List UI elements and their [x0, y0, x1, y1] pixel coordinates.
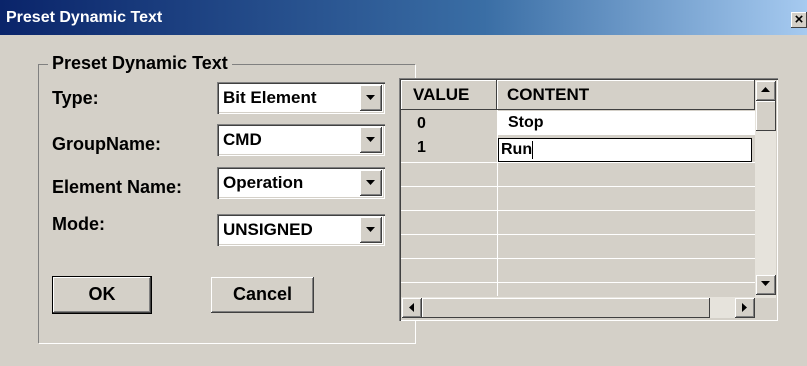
- window-title: Preset Dynamic Text: [6, 9, 163, 26]
- title-bar[interactable]: Preset Dynamic Text ×: [0, 0, 807, 35]
- group-name-label: GroupName:: [52, 134, 162, 154]
- cancel-button[interactable]: Cancel: [211, 277, 314, 313]
- scroll-up-icon[interactable]: [756, 81, 776, 101]
- mode-dropdown[interactable]: UNSIGNED: [217, 214, 385, 246]
- column-header-value-text: VALUE: [413, 85, 470, 104]
- group-name-dropdown[interactable]: CMD: [217, 124, 385, 156]
- type-label: Type:: [52, 88, 99, 108]
- element-name-dropdown-value: Operation: [223, 173, 304, 192]
- scroll-down-icon[interactable]: [756, 275, 776, 295]
- column-header-content-text: CONTENT: [507, 85, 590, 104]
- type-dropdown-value: Bit Element: [223, 88, 317, 107]
- grid-line: [401, 186, 755, 187]
- row-value: 0: [417, 115, 426, 132]
- dropdown-arrow-icon[interactable]: [360, 217, 382, 243]
- text-cursor: [532, 140, 534, 159]
- dialog-window: Preset Dynamic Text × Preset Dynamic Tex…: [0, 0, 807, 366]
- scroll-left-icon[interactable]: [402, 298, 422, 318]
- column-header-content[interactable]: CONTENT: [497, 80, 755, 110]
- group-name-dropdown-value: CMD: [223, 130, 262, 149]
- grid-line: [401, 258, 755, 259]
- scroll-right-icon[interactable]: [735, 298, 755, 318]
- preset-table[interactable]: VALUE CONTENT 0 Stop 1 Run: [399, 78, 778, 321]
- grid-line: [401, 282, 755, 283]
- dropdown-arrow-icon[interactable]: [360, 170, 382, 196]
- table-row[interactable]: 1: [401, 136, 497, 160]
- grid-line: [401, 162, 755, 163]
- table-row[interactable]: 0: [401, 112, 497, 136]
- element-name-label: Element Name:: [52, 177, 183, 197]
- type-dropdown[interactable]: Bit Element: [217, 82, 385, 114]
- group-box-label: Preset Dynamic Text: [48, 53, 232, 74]
- content-edit-field[interactable]: Run: [498, 138, 752, 162]
- mode-label: Mode:: [52, 214, 105, 234]
- horizontal-scroll-thumb[interactable]: [422, 298, 710, 318]
- close-icon[interactable]: ×: [791, 12, 807, 28]
- dropdown-arrow-icon[interactable]: [360, 85, 382, 111]
- element-name-dropdown[interactable]: Operation: [217, 167, 385, 199]
- grid-line: [401, 234, 755, 235]
- table-cell-content[interactable]: Stop: [498, 111, 755, 135]
- ok-button[interactable]: OK: [52, 276, 152, 314]
- mode-dropdown-value: UNSIGNED: [223, 220, 313, 239]
- column-header-value[interactable]: VALUE: [401, 80, 497, 110]
- row-content: Stop: [508, 114, 544, 131]
- vertical-scroll-thumb[interactable]: [756, 101, 776, 131]
- grid-line: [401, 210, 755, 211]
- row-content-editing: Run: [501, 141, 533, 158]
- row-value: 1: [417, 139, 426, 156]
- dropdown-arrow-icon[interactable]: [360, 127, 382, 153]
